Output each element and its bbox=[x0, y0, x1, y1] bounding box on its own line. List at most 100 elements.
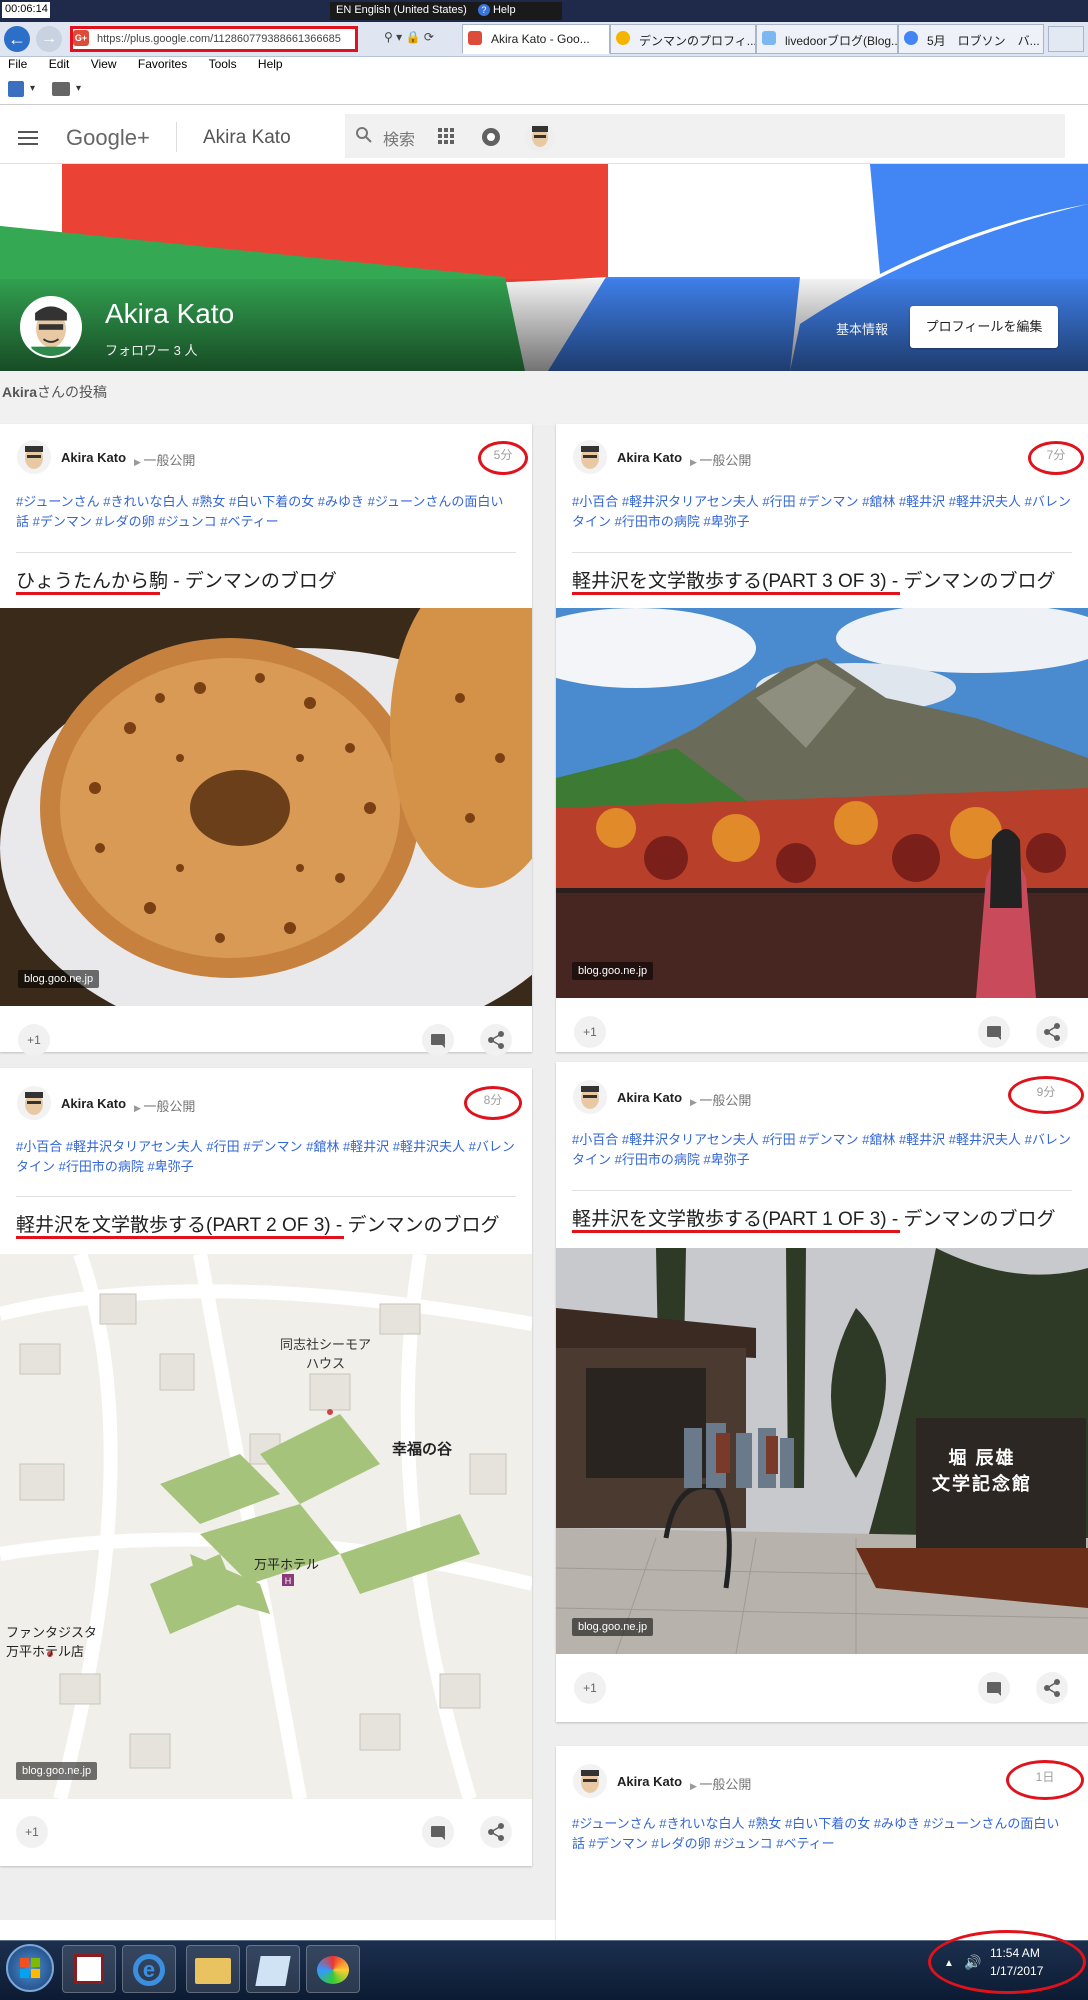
print-icon[interactable] bbox=[52, 82, 70, 96]
plus-one-button[interactable]: +1 bbox=[18, 1024, 50, 1056]
post-hashtags[interactable]: #小百合 #軽井沢タリアセン夫人 #行田 #デンマン #舘林 #軽井沢 #軽井沢… bbox=[16, 1137, 516, 1177]
post-avatar[interactable] bbox=[17, 1086, 51, 1120]
language-bar[interactable]: EN English (United States) ? Help bbox=[330, 2, 562, 20]
post-link-title[interactable]: 軽井沢を文学散歩する(PART 2 OF 3) - デンマンのブログ bbox=[16, 1210, 499, 1237]
share-button[interactable] bbox=[1036, 1672, 1068, 1704]
start-button[interactable] bbox=[6, 1944, 54, 1992]
post-author[interactable]: Akira Kato bbox=[61, 450, 126, 465]
taskbar-ie[interactable]: e bbox=[122, 1945, 176, 1993]
menu-edit[interactable]: Edit bbox=[49, 57, 70, 71]
plus-one-button[interactable]: +1 bbox=[574, 1016, 606, 1048]
comment-icon bbox=[431, 1826, 445, 1840]
help-label[interactable]: Help bbox=[493, 4, 516, 16]
post-author[interactable]: Akira Kato bbox=[617, 1774, 682, 1789]
plus-one-button[interactable]: +1 bbox=[574, 1672, 606, 1704]
search-icon[interactable]: ⚲ bbox=[384, 30, 393, 44]
forward-button[interactable]: → bbox=[36, 26, 62, 52]
post-link-title[interactable]: ひょうたんから駒 - デンマンのブログ bbox=[16, 566, 337, 593]
annotation-circle bbox=[1008, 1076, 1084, 1114]
menu-favorites[interactable]: Favorites bbox=[138, 57, 187, 71]
tab-denman-profile[interactable]: デンマンのプロフィ... bbox=[610, 24, 756, 54]
back-button[interactable]: ← bbox=[4, 26, 30, 52]
gplus-logo[interactable]: Google+ bbox=[66, 125, 150, 151]
notepad-icon bbox=[255, 1956, 291, 1986]
comment-button[interactable] bbox=[422, 1024, 454, 1056]
post-author[interactable]: Akira Kato bbox=[617, 450, 682, 465]
plus-one-button[interactable]: +1 bbox=[16, 1816, 48, 1848]
map-label-doshisha: 同志社シーモア ハウス bbox=[280, 1337, 372, 1371]
post-avatar[interactable] bbox=[573, 1080, 607, 1114]
apps-grid-icon[interactable] bbox=[438, 128, 454, 144]
post-image-mountain[interactable] bbox=[556, 608, 1088, 998]
post-link-title[interactable]: 軽井沢を文学散歩する(PART 3 OF 3) - デンマンのブログ bbox=[572, 566, 1055, 593]
address-tools[interactable]: ⚲ ▾ 🔒 ⟳ bbox=[384, 30, 450, 48]
share-button[interactable] bbox=[480, 1024, 512, 1056]
home-icon[interactable] bbox=[8, 81, 24, 97]
annotation-circle bbox=[478, 441, 528, 475]
address-bar[interactable]: https://plus.google.com/1128607793886613… bbox=[70, 26, 358, 52]
header-profile-name: Akira Kato bbox=[203, 127, 291, 148]
comment-button[interactable] bbox=[978, 1672, 1010, 1704]
post-author[interactable]: Akira Kato bbox=[61, 1096, 126, 1111]
menu-help[interactable]: Help bbox=[258, 57, 283, 71]
menu-view[interactable]: View bbox=[91, 57, 117, 71]
taskbar-explorer[interactable] bbox=[186, 1945, 240, 1993]
clock-app-icon bbox=[74, 1954, 104, 1984]
taskbar-notepad[interactable] bbox=[246, 1945, 300, 1993]
post-visibility: ▶ 一般公開 bbox=[690, 453, 752, 468]
post-hashtags[interactable]: #小百合 #軽井沢タリアセン夫人 #行田 #デンマン #舘林 #軽井沢 #軽井沢… bbox=[572, 492, 1072, 532]
post-image-map[interactable]: H bbox=[0, 1254, 532, 1799]
share-icon bbox=[488, 1031, 504, 1049]
post-avatar[interactable] bbox=[17, 440, 51, 474]
post-author[interactable]: Akira Kato bbox=[617, 1090, 682, 1105]
home-dropdown-icon[interactable]: ▾ bbox=[30, 83, 35, 94]
print-dropdown-icon[interactable]: ▾ bbox=[76, 83, 81, 94]
share-button[interactable] bbox=[480, 1816, 512, 1848]
profile-avatar[interactable] bbox=[20, 296, 82, 358]
posts-label-suffix: さんの投稿 bbox=[37, 384, 108, 400]
comment-icon bbox=[987, 1682, 1001, 1696]
post-avatar[interactable] bbox=[573, 440, 607, 474]
image-source-label: blog.goo.ne.jp bbox=[572, 962, 654, 980]
post-link-title[interactable]: 軽井沢を文学散歩する(PART 1 OF 3) - デンマンのブログ bbox=[572, 1204, 1055, 1231]
follower-count[interactable]: フォロワー 3 人 bbox=[105, 340, 197, 359]
map-label-fantasista: ファンタジスタ 万平ホテル店 bbox=[6, 1625, 98, 1659]
post-hashtags[interactable]: #ジューンさん #きれいな白人 #熟女 #白い下着の女 #みゆき #ジューンさん… bbox=[572, 1814, 1072, 1854]
post-image-bagel[interactable] bbox=[0, 608, 532, 1006]
post-hashtags[interactable]: #小百合 #軽井沢タリアセン夫人 #行田 #デンマン #舘林 #軽井沢 #軽井沢… bbox=[572, 1130, 1072, 1170]
new-tab-button[interactable] bbox=[1048, 26, 1084, 52]
tab-akira-kato[interactable]: Akira Kato - Goo... bbox=[462, 24, 610, 54]
taskbar-paint[interactable] bbox=[306, 1945, 360, 1993]
account-avatar[interactable] bbox=[525, 122, 555, 152]
about-link[interactable]: 基本情報 bbox=[836, 319, 888, 338]
menu-icon[interactable] bbox=[18, 131, 38, 145]
share-button[interactable] bbox=[1036, 1016, 1068, 1048]
post-hashtags[interactable]: #ジューンさん #きれいな白人 #熟女 #白い下着の女 #みゆき #ジューンさん… bbox=[16, 492, 516, 532]
refresh-icon[interactable]: ⟳ bbox=[424, 30, 434, 44]
ie-icon bbox=[616, 31, 630, 45]
chevron-right-icon: ▶ bbox=[690, 1097, 700, 1107]
annotation-circle bbox=[928, 1930, 1086, 1994]
tab-livedoor[interactable]: livedoorブログ(Blog... bbox=[756, 24, 898, 54]
edit-profile-button[interactable]: プロフィールを編集 bbox=[910, 306, 1058, 348]
comment-button[interactable] bbox=[422, 1816, 454, 1848]
dropdown-icon[interactable]: ▾ bbox=[396, 30, 402, 44]
search-icon[interactable] bbox=[355, 126, 373, 144]
comment-button[interactable] bbox=[978, 1016, 1010, 1048]
post-visibility: ▶ 一般公開 bbox=[690, 1093, 752, 1108]
notifications-bell-icon[interactable] bbox=[482, 128, 500, 146]
annotation-circle bbox=[464, 1086, 522, 1120]
menu-tools[interactable]: Tools bbox=[209, 57, 237, 71]
comment-icon bbox=[431, 1034, 445, 1048]
annotation-underline bbox=[572, 592, 900, 595]
taskbar-clock-app[interactable] bbox=[62, 1945, 116, 1993]
search-placeholder[interactable]: 検索 bbox=[383, 126, 415, 150]
post-avatar[interactable] bbox=[573, 1764, 607, 1798]
image-source-label: blog.goo.ne.jp bbox=[18, 970, 100, 988]
menu-file[interactable]: File bbox=[8, 57, 27, 71]
share-icon bbox=[488, 1823, 504, 1841]
share-icon bbox=[1044, 1023, 1060, 1041]
post-divider bbox=[16, 552, 516, 553]
annotation-underline bbox=[16, 1236, 344, 1239]
tab-google-search[interactable]: 5月 ロブソン バ... bbox=[898, 24, 1044, 54]
